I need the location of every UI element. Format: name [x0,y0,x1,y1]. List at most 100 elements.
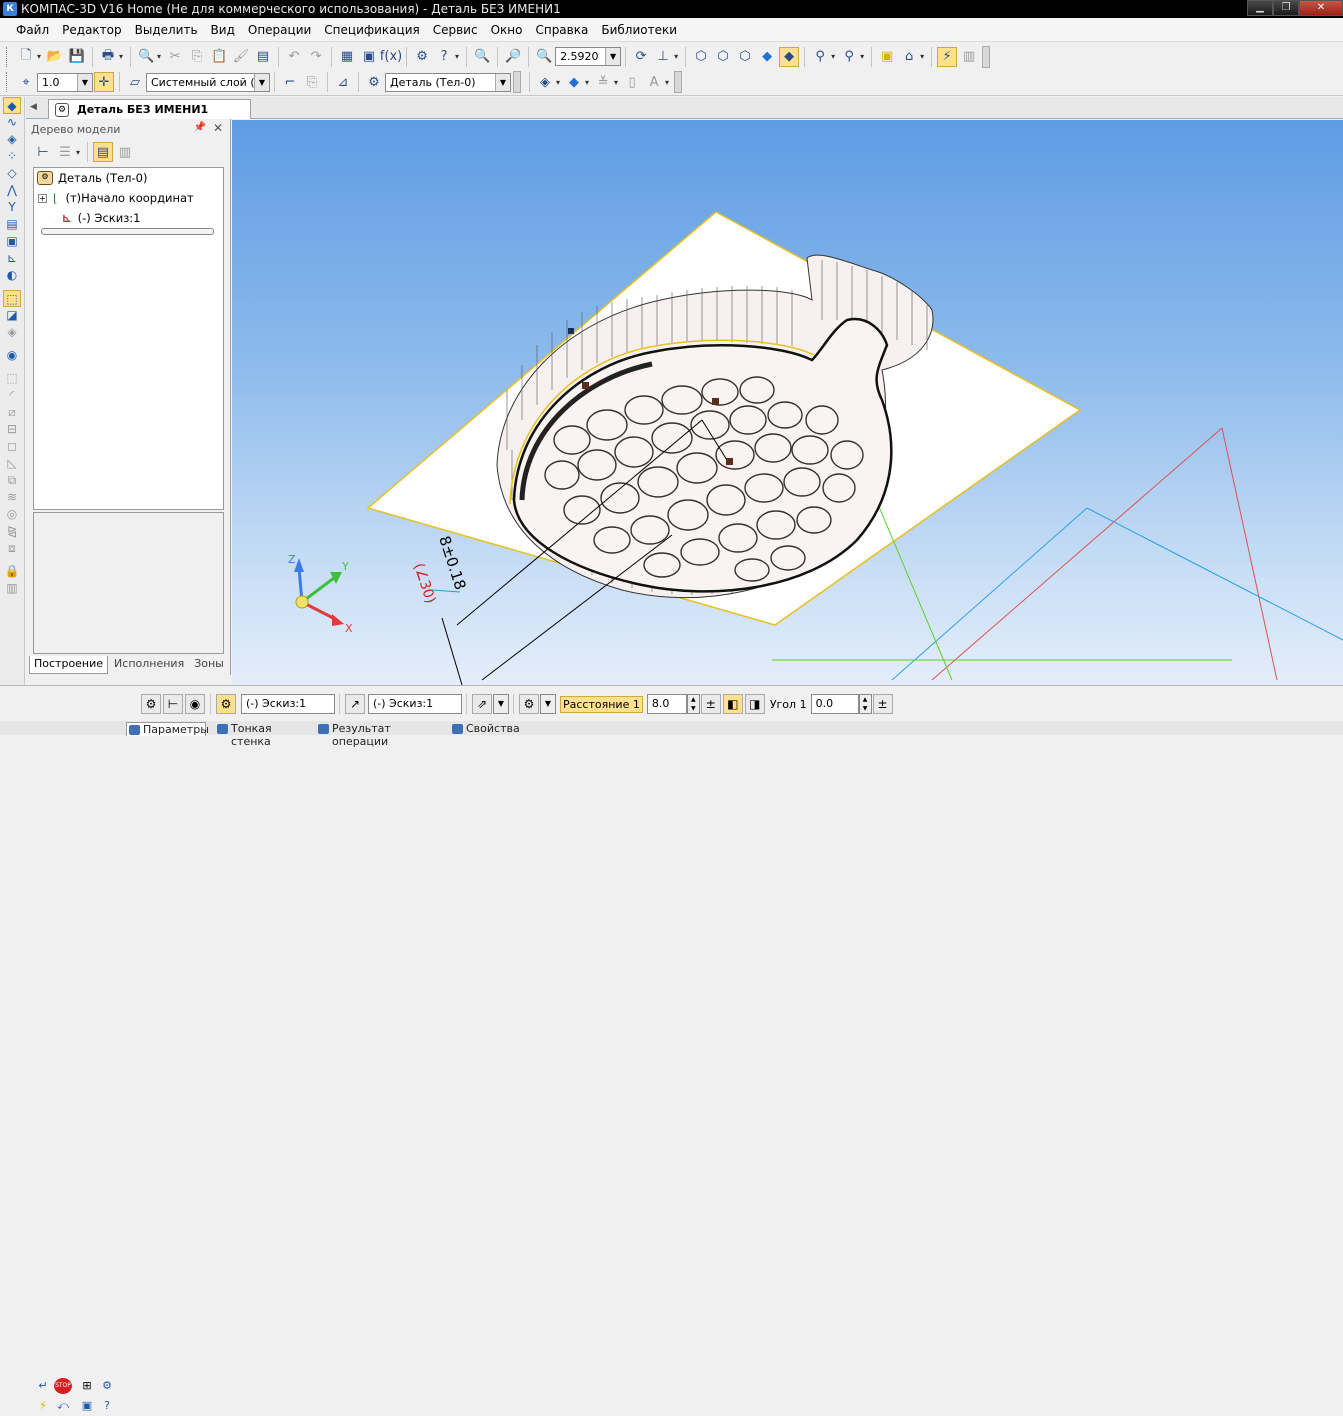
tree-item-origin[interactable]: + ⌊ (т)Начало координат [34,188,223,208]
section-icon[interactable]: ⧉ [3,472,21,489]
thin-lines-icon[interactable]: ⬡ [735,47,755,67]
menu-file[interactable]: Файл [16,23,49,37]
menu-service[interactable]: Сервис [433,23,478,37]
direction-mode-icon[interactable]: ⇗ [472,694,492,714]
specification-icon[interactable]: ▤ [3,216,21,233]
undo-icon[interactable]: ↶ [284,47,304,67]
preview-dropdown[interactable]: ▾ [157,52,161,61]
select-sketch-icon[interactable]: ⚙ [216,694,236,714]
print-dropdown[interactable]: ▾ [119,52,123,61]
reports-icon[interactable]: ▣ [3,233,21,250]
maximize-button[interactable]: ❐ [1273,0,1299,16]
color-icon[interactable]: ◆ [564,72,584,92]
menu-edit[interactable]: Редактор [62,23,121,37]
pin-icon[interactable]: 📌 [194,122,206,133]
hole-icon[interactable]: ◎ [3,506,21,523]
measure-icon[interactable]: ⊾ [3,250,21,267]
extrude-type-dropdown[interactable]: ▼ [540,694,556,714]
zoom-fit-icon[interactable]: 🔎 [503,47,523,67]
sketch-mode-3-icon[interactable]: ◉ [185,694,205,714]
arrays-icon[interactable]: ⁘ [3,148,21,165]
3d-viewport[interactable]: 8±0.18 (∠30) Z Y X [232,120,1343,685]
paste-icon[interactable]: 📋 [209,47,229,67]
assembly-icon[interactable]: ⌂ [899,47,919,67]
copy-icon[interactable]: ⎘ [187,47,207,67]
filter2-icon[interactable]: ⚲ [839,47,859,67]
format-painter-icon[interactable]: 🖌 [231,47,251,67]
step-icon[interactable]: ⌖ [16,72,36,92]
sketch-field-2[interactable]: (-) Эскиз:1 [368,694,462,714]
chamfer-icon[interactable]: ⧄ [3,404,21,421]
angle-input[interactable]: 0.0 [810,694,859,714]
zoom-combo[interactable]: 2.5920 ▼ [555,47,622,66]
redo-icon[interactable]: ↷ [306,47,326,67]
distance-input[interactable]: 8.0 [646,694,687,714]
rotate-icon[interactable]: ⟳ [631,47,651,67]
layer-combo[interactable]: Системный слой (0) ▼ [146,72,270,92]
cut-icon[interactable]: ✂ [165,47,185,67]
text-dropdown[interactable]: ▾ [665,78,669,87]
shaded-icon[interactable]: ◆ [757,47,777,67]
tree-list-icon[interactable]: ▤ [93,142,114,162]
rotation-icon[interactable]: ◪ [3,307,21,324]
filter-icon[interactable]: ⚲ [810,47,830,67]
ortho-icon[interactable]: ✛ [94,72,114,92]
close-icon[interactable]: ✕ [213,121,223,135]
toolbar-end[interactable] [513,71,521,93]
new-file-icon[interactable]: 🗋 [16,47,36,67]
help-dropdown[interactable]: ▾ [455,52,459,61]
grid-icon[interactable]: ▥ [959,47,979,67]
menu-window[interactable]: Окно [491,23,523,37]
direction-icon[interactable]: ↗ [345,694,365,714]
preview-icon[interactable]: 🔍 [136,47,156,67]
extrude-icon[interactable]: ⬚ [3,290,21,307]
curves-icon[interactable]: ∿ [3,114,21,131]
extrude-type-icon[interactable]: ⚙ [519,694,539,714]
step-combo[interactable]: 1.0 ▼ [37,72,93,92]
manager-icon[interactable]: ▦ [337,47,357,67]
tree-filter-dropdown[interactable]: ▾ [76,148,80,157]
libraries-icon[interactable]: ⚙ [412,47,432,67]
menu-view[interactable]: Вид [211,23,235,37]
material-icon[interactable]: ◈ [535,72,555,92]
roughness-icon[interactable]: ≚ [593,72,613,92]
roughness-dropdown[interactable]: ▾ [614,78,618,87]
hidden-lines-icon[interactable]: ⬡ [713,47,733,67]
zoom-window-icon[interactable]: 🔍 [472,47,492,67]
copy-feature-icon[interactable]: ⧈ [3,540,21,557]
shaded-edges-icon[interactable]: ◆ [779,46,800,67]
local-cs-icon[interactable]: ⌐ [280,72,300,92]
save-icon[interactable]: 💾 [67,47,87,67]
filter2-dropdown[interactable]: ▾ [860,52,864,61]
tab-thin-wall[interactable]: Тонкая стенка [215,722,305,748]
kinematic-icon[interactable]: ◈ [3,324,21,341]
rib-icon[interactable]: ⊟ [3,421,21,438]
taper-in-icon[interactable]: ◧ [722,694,743,714]
tab-build[interactable]: Построение [29,656,109,674]
filter-dropdown[interactable]: ▾ [831,52,835,61]
tab-document[interactable]: ⚙ Деталь БЕЗ ИМЕНИ1 [48,99,251,119]
chevron-down-icon[interactable]: ▼ [605,48,621,65]
toolbar-grip[interactable] [6,72,9,92]
tab-versions[interactable]: Исполнения [110,656,188,674]
tree-detail-icon[interactable]: ▥ [115,142,135,162]
close-button[interactable]: ✕ [1299,0,1343,16]
preview-mode-icon[interactable]: ⚙ [98,1378,116,1394]
auto-create-icon[interactable]: ⊞ [78,1378,96,1394]
distance-pm-icon[interactable]: ± [700,694,721,714]
toolbar-grip[interactable] [6,46,9,67]
sketch-mode-1-icon[interactable]: ⚙ [141,694,161,714]
expand-icon[interactable]: + [38,193,47,203]
open-file-icon[interactable]: 📂 [45,47,65,67]
tab-operation-result[interactable]: Результат операции [316,722,444,748]
toolbar-end[interactable] [674,71,683,93]
param-icon[interactable]: ▣ [78,1398,96,1414]
tab-properties[interactable]: Свойства [450,722,520,736]
editing-panel-icon[interactable]: ◆ [3,97,21,114]
orientation-icon[interactable]: ⊥ [653,47,673,67]
shell-icon[interactable]: ◻ [3,438,21,455]
angle-stepper[interactable]: ▲ ▼ [858,694,872,714]
assembly-dropdown[interactable]: ▾ [920,52,924,61]
chevron-down-icon[interactable]: ▼ [254,73,269,91]
magic-icon[interactable]: ⚡ [34,1398,52,1414]
